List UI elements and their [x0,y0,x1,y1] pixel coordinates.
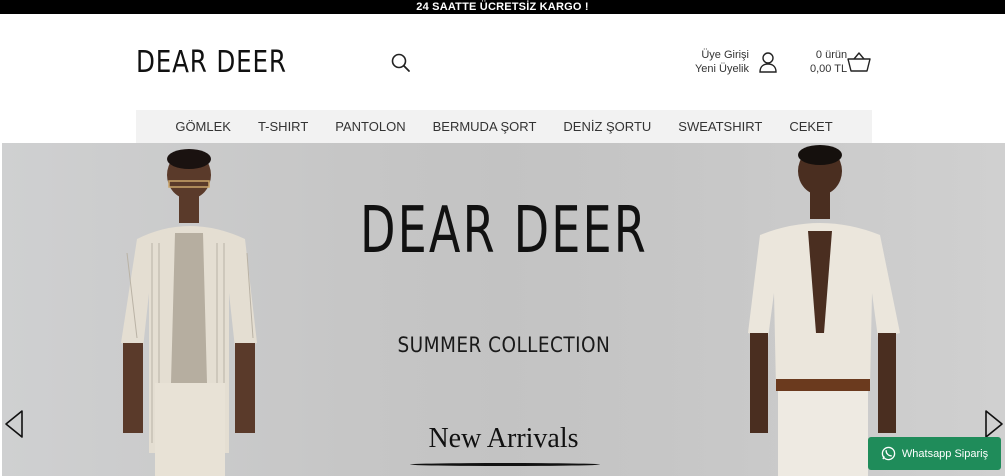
site-logo[interactable]: DEAR DEER [136,46,287,80]
whatsapp-order-button[interactable]: Whatsapp Sipariş [868,437,1001,470]
login-link[interactable]: Üye Girişi [695,48,749,62]
nav-item-bermuda-sort[interactable]: BERMUDA ŞORT [419,110,550,143]
cart-count: 0 ürün [815,49,848,61]
hero-model-right-image [748,145,900,476]
chevron-left-icon[interactable] [3,409,25,439]
nav-item-ceket[interactable]: CEKET [776,110,846,143]
whatsapp-icon [881,446,896,461]
user-icon[interactable] [758,51,778,73]
hero-cta-underline [410,463,600,466]
hero-banner[interactable]: DEAR DEER SUMMER COLLECTION New Arrivals [2,143,1005,476]
site-header: DEAR DEER Üye Girişi Yeni Üyelik 0 ürün … [0,14,1005,110]
whatsapp-label: Whatsapp Sipariş [901,447,989,460]
cart-total: 0,00 TL [810,63,848,75]
announcement-text: 24 SAATTE ÜCRETSİZ KARGO ! [416,1,589,13]
nav-item-tshirt[interactable]: T-SHIRT [244,110,321,143]
basket-icon[interactable] [847,51,871,73]
nav-item-pantolon[interactable]: PANTOLON [322,110,419,143]
search-icon[interactable] [390,52,412,74]
chevron-right-icon[interactable] [983,409,1005,439]
cart-summary[interactable]: 0 ürün 0,00 TL [800,48,872,78]
account-menu[interactable]: Üye Girişi Yeni Üyelik [680,48,780,78]
announcement-bar: 24 SAATTE ÜCRETSİZ KARGO ! [0,0,1005,14]
main-nav: GÖMLEK T-SHIRT PANTOLON BERMUDA ŞORT DEN… [136,110,872,143]
register-link[interactable]: Yeni Üyelik [695,62,749,76]
nav-item-sweatshirt[interactable]: SWEATSHIRT [665,110,776,143]
nav-item-gomlek[interactable]: GÖMLEK [162,110,245,143]
nav-item-deniz-sortu[interactable]: DENİZ ŞORTU [550,110,665,143]
